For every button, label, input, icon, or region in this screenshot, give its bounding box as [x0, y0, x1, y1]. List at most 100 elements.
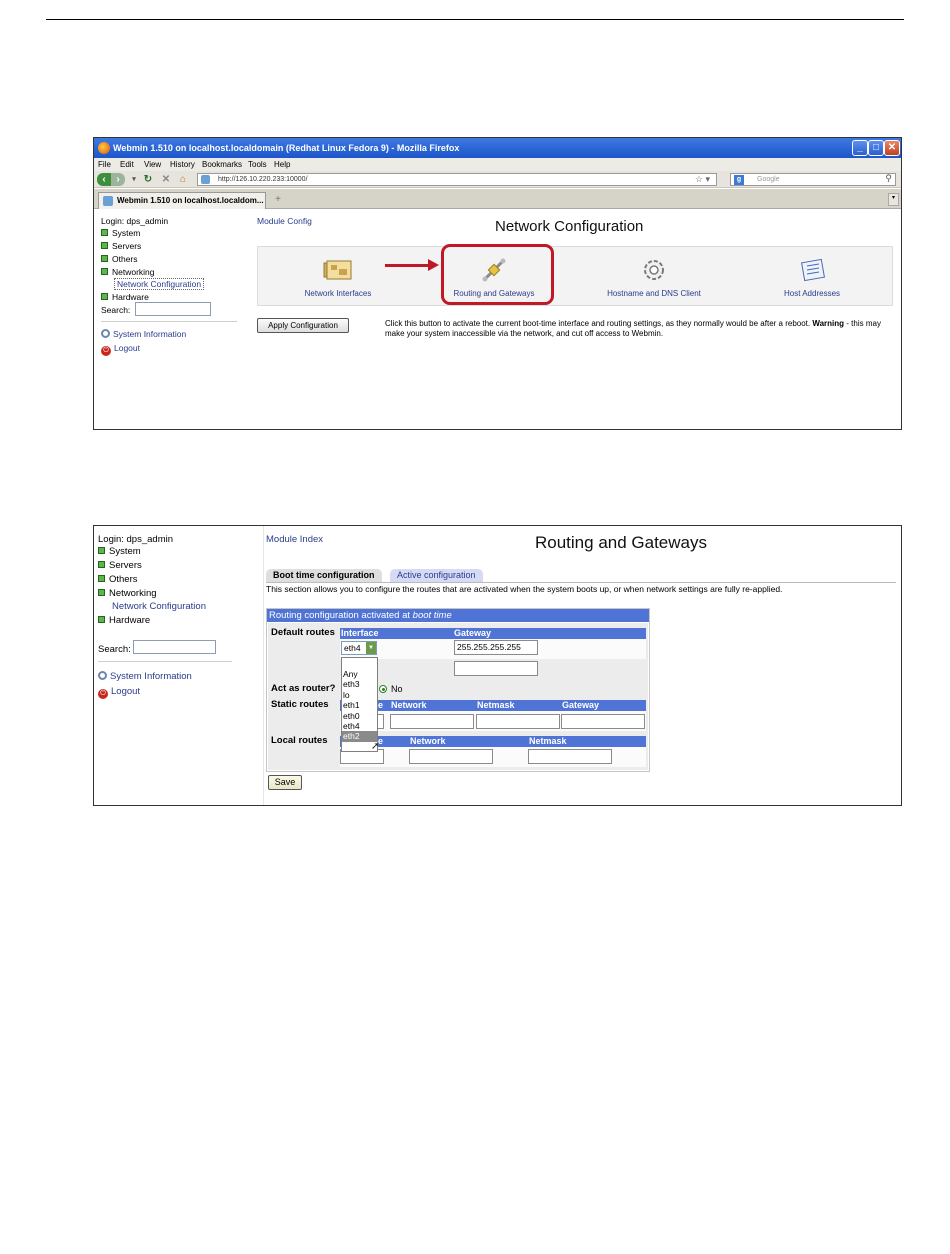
minimize-button[interactable]: _ — [852, 140, 868, 156]
interface-select[interactable]: eth4 ▼ — [341, 641, 377, 655]
browser-tab-webmin[interactable]: Webmin 1.510 on localhost.localdom... — [98, 192, 266, 209]
apply-configuration-description: Click this button to activate the curren… — [385, 319, 881, 338]
col-gateway: Gateway — [562, 700, 600, 710]
module-index-link[interactable]: Module Index — [266, 534, 323, 545]
system-information-link[interactable]: System Information — [98, 671, 192, 682]
url-bar[interactable]: http://126.10.220.233:10000/ ☆ ▾ — [197, 173, 717, 186]
static-network-input[interactable] — [390, 714, 474, 729]
category-others[interactable]: Others — [101, 254, 138, 264]
module-network-interfaces[interactable]: Network Interfaces — [278, 257, 398, 298]
category-networking[interactable]: Networking — [98, 588, 157, 599]
category-others[interactable]: Others — [98, 574, 138, 585]
dropdown-option-eth1[interactable]: eth1 — [342, 700, 377, 710]
local-network-input[interactable] — [409, 749, 493, 764]
gateway-input-empty[interactable] — [454, 661, 538, 676]
menu-edit[interactable]: Edit — [120, 160, 134, 169]
menu-tools[interactable]: Tools — [248, 160, 267, 169]
red-arrow-icon — [428, 259, 439, 271]
sidebar-divider — [101, 321, 237, 322]
section-description: This section allows you to configure the… — [266, 584, 783, 594]
system-information-link[interactable]: System Information — [101, 329, 186, 339]
module-hostname-dns-client[interactable]: Hostname and DNS Client — [594, 257, 714, 298]
sidebar-item-network-configuration[interactable]: Network Configuration — [112, 601, 206, 612]
save-button[interactable]: Save — [268, 775, 302, 790]
menu-bookmarks[interactable]: Bookmarks — [202, 160, 242, 169]
folder-square-icon — [98, 616, 105, 623]
search-input[interactable] — [135, 302, 211, 316]
act-as-router-label: Act as router? — [271, 683, 336, 694]
sidebar-divider — [98, 661, 232, 662]
interface-select-value: eth4 — [344, 643, 361, 653]
menu-help[interactable]: Help — [274, 160, 290, 169]
site-favicon-icon — [201, 175, 210, 184]
logout-link[interactable]: ⏻ Logout — [101, 343, 140, 356]
category-system[interactable]: System — [98, 546, 141, 557]
url-text: http://126.10.220.233:10000/ — [218, 176, 308, 183]
reload-icon[interactable]: ↻ — [141, 173, 155, 186]
radio-selected-icon[interactable] — [379, 685, 387, 693]
dropdown-option-lo[interactable]: lo — [342, 690, 377, 700]
gateway-input[interactable]: 255.255.255.255 — [454, 640, 538, 655]
menu-view[interactable]: View — [144, 160, 161, 169]
module-host-addresses[interactable]: Host Addresses — [752, 257, 872, 298]
gear-icon — [644, 260, 664, 280]
col-netmask: Netmask — [529, 736, 567, 746]
static-netmask-input[interactable] — [476, 714, 560, 729]
category-servers[interactable]: Servers — [101, 241, 141, 251]
tab-underline — [266, 582, 896, 583]
dropdown-option-eth4[interactable]: eth4 — [342, 721, 377, 731]
search-input[interactable] — [133, 640, 216, 654]
screenshot-routing-and-gateways: Login: dps_admin System Servers Others N… — [93, 525, 902, 806]
firefox-icon — [98, 142, 110, 154]
search-bar[interactable]: g Google ⚲ — [730, 173, 896, 186]
menu-file[interactable]: File — [98, 160, 111, 169]
logout-link[interactable]: ⏻ Logout — [98, 686, 140, 699]
category-networking[interactable]: Networking — [101, 267, 155, 277]
stop-icon[interactable]: ✕ — [159, 173, 173, 186]
maximize-button[interactable]: □ — [868, 140, 884, 156]
page-title: Routing and Gateways — [535, 533, 707, 552]
default-routes-header: Interface Gateway — [340, 628, 646, 639]
system-information-icon — [101, 329, 110, 338]
back-arrow-icon[interactable]: ‹ — [97, 173, 111, 186]
tab-list-button[interactable]: ▾ — [888, 193, 899, 206]
category-hardware[interactable]: Hardware — [101, 292, 149, 302]
page-title: Network Configuration — [495, 218, 644, 235]
category-servers[interactable]: Servers — [98, 560, 142, 571]
dropdown-option-eth0[interactable]: eth0 — [342, 711, 377, 721]
close-window-button[interactable]: ✕ — [884, 140, 900, 156]
new-tab-button[interactable]: + — [268, 194, 288, 208]
tab-active-configuration[interactable]: Active configuration — [390, 569, 483, 582]
static-gateway-input[interactable] — [561, 714, 645, 729]
tab-boot-time-configuration[interactable]: Boot time configuration — [266, 569, 382, 582]
col-netmask: Netmask — [477, 700, 515, 710]
router-no-option[interactable]: No — [379, 684, 403, 694]
menu-bar: File Edit View History Bookmarks Tools H… — [94, 158, 901, 171]
col-gateway: Gateway — [454, 628, 492, 638]
chevron-down-icon[interactable]: ▼ — [366, 642, 376, 654]
category-hardware[interactable]: Hardware — [98, 615, 150, 626]
screenshot-network-configuration: Webmin 1.510 on localhost.localdomain (R… — [93, 137, 902, 430]
page-header-rule — [46, 19, 904, 20]
home-icon[interactable]: ⌂ — [176, 173, 190, 186]
local-netmask-input[interactable] — [528, 749, 612, 764]
category-system[interactable]: System — [101, 228, 140, 238]
module-label: Network Interfaces — [304, 289, 372, 298]
dropdown-option-any[interactable]: Any — [342, 669, 377, 679]
routing-config-heading: Routing configuration activated at boot … — [267, 609, 649, 622]
apply-configuration-button[interactable]: Apply Configuration — [257, 318, 349, 333]
google-engine-icon[interactable]: g — [734, 175, 744, 185]
magnifier-icon[interactable]: ⚲ — [885, 173, 892, 184]
bookmark-star-icon[interactable]: ☆ ▾ — [695, 174, 710, 185]
col-network: Network — [391, 700, 427, 710]
folder-square-icon — [101, 255, 108, 262]
module-config-link[interactable]: Module Config — [257, 216, 312, 226]
forward-arrow-icon[interactable]: › — [111, 173, 125, 186]
module-label: Hostname and DNS Client — [607, 289, 701, 298]
sidebar-item-network-configuration[interactable]: Network Configuration — [114, 278, 205, 290]
menu-history[interactable]: History — [170, 160, 195, 169]
interface-dropdown-list[interactable]: Any eth3 lo eth1 eth0 eth4 eth2 — [341, 657, 378, 752]
dropdown-option-eth3[interactable]: eth3 — [342, 679, 377, 689]
history-dropdown-icon[interactable]: ▾ — [127, 173, 141, 186]
routing-config-table: Routing configuration activated at boot … — [266, 608, 650, 772]
